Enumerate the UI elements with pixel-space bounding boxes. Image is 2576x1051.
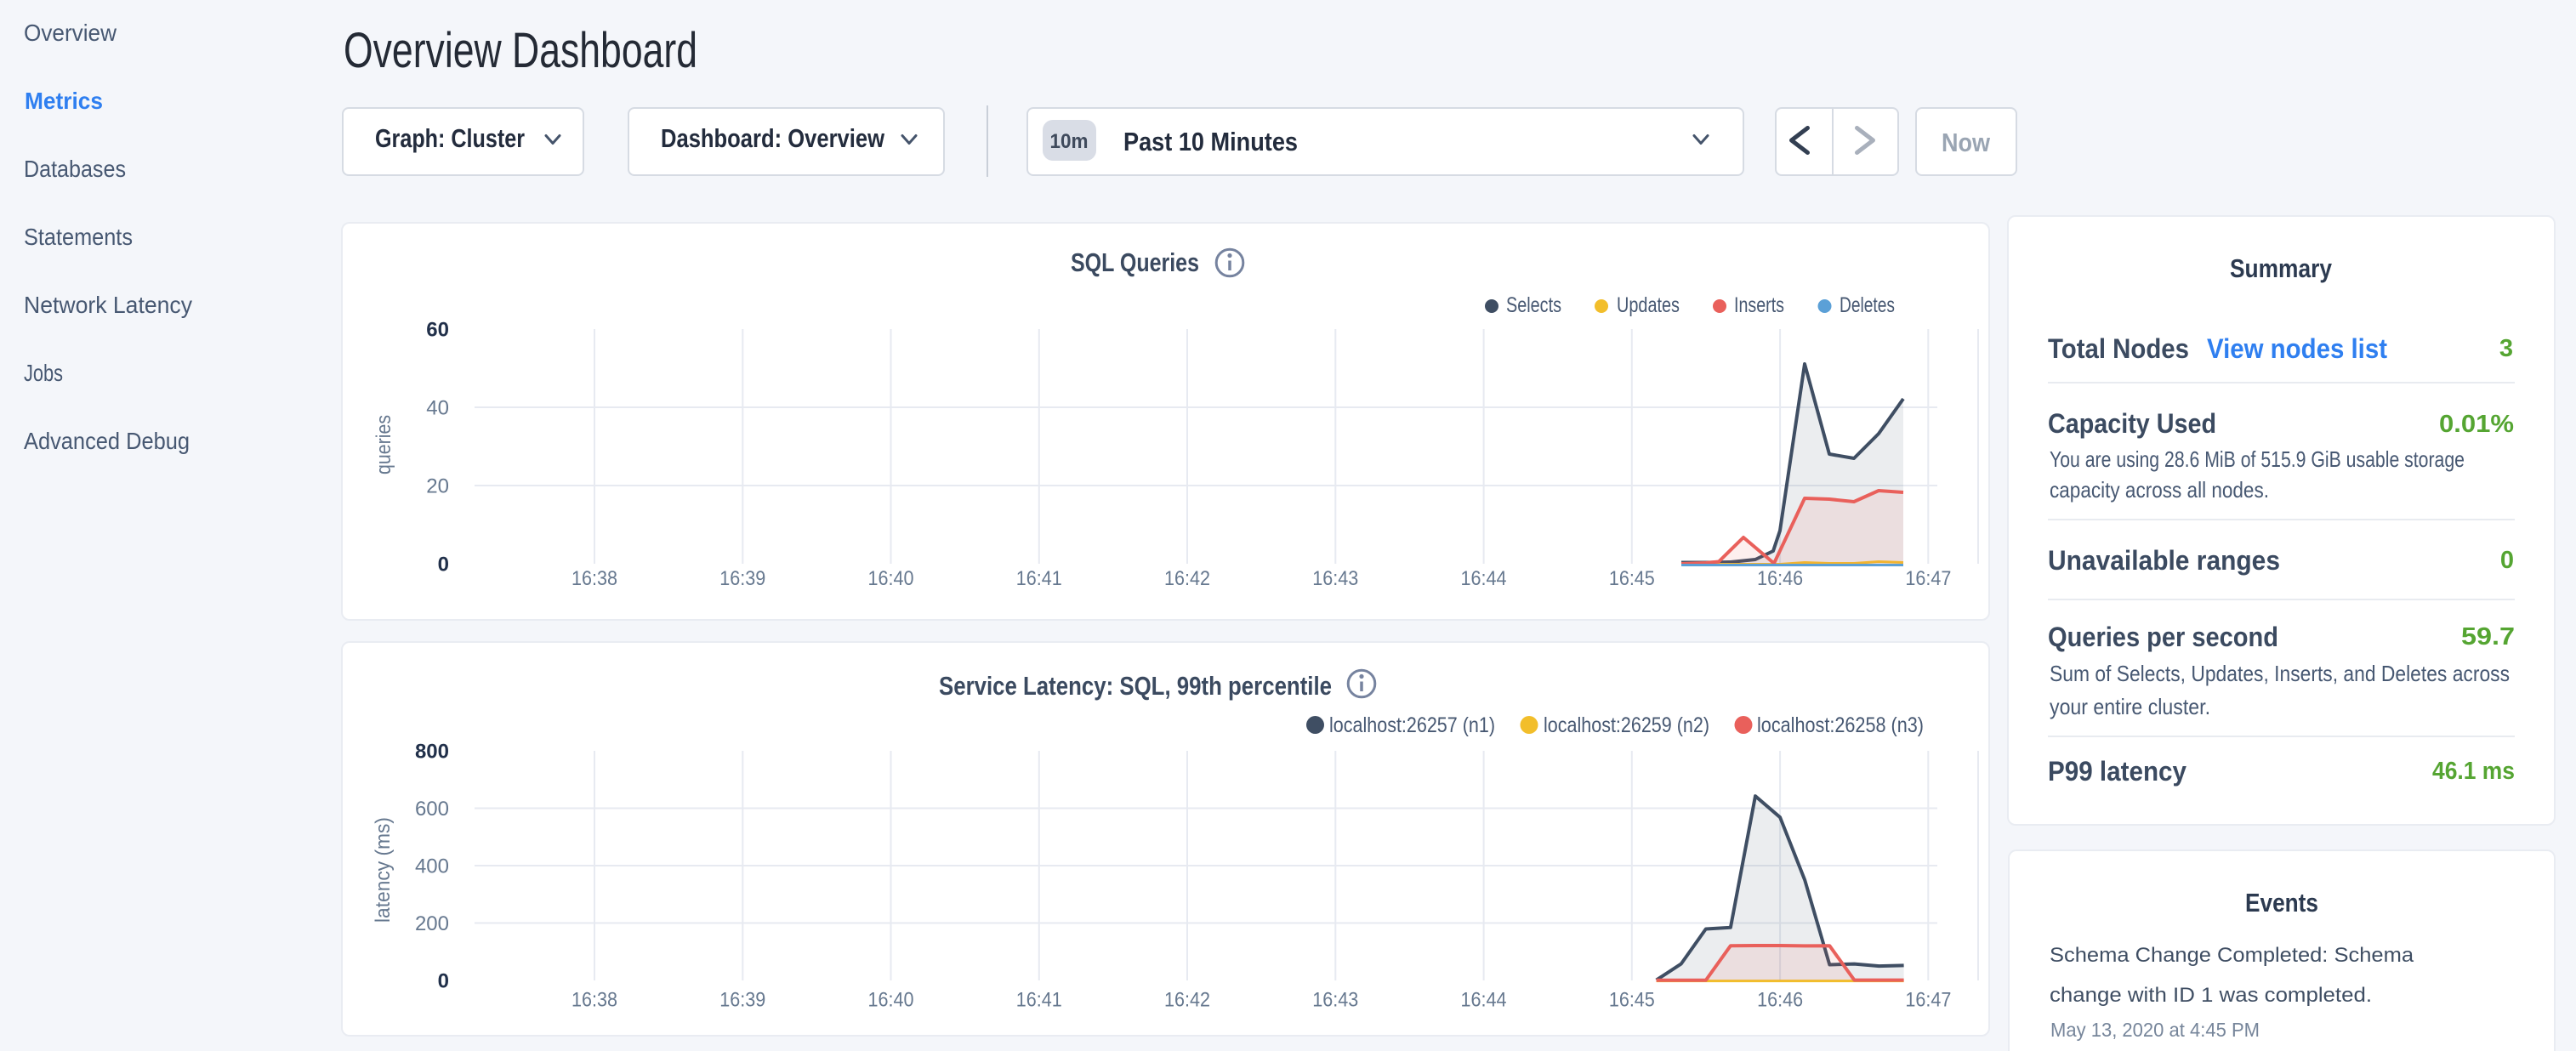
svg-text:Overview: Overview — [24, 20, 117, 46]
svg-text:16:40: 16:40 — [868, 989, 914, 1012]
svg-text:Metrics: Metrics — [25, 88, 103, 114]
svg-text:16:39: 16:39 — [719, 567, 765, 590]
svg-text:capacity across all nodes.: capacity across all nodes. — [2050, 477, 2269, 503]
svg-text:Summary: Summary — [2230, 253, 2333, 283]
svg-text:16:46: 16:46 — [1757, 989, 1803, 1012]
svg-text:16:38: 16:38 — [571, 989, 617, 1012]
svg-text:16:43: 16:43 — [1312, 989, 1358, 1012]
svg-text:Databases: Databases — [24, 156, 126, 182]
svg-text:16:47: 16:47 — [1905, 567, 1951, 590]
svg-text:Statements: Statements — [24, 224, 133, 250]
svg-text:59.7: 59.7 — [2461, 623, 2515, 650]
svg-text:20: 20 — [426, 475, 449, 498]
svg-text:localhost:26257 (n1): localhost:26257 (n1) — [1329, 713, 1495, 737]
svg-text:Sum of Selects, Updates, Inser: Sum of Selects, Updates, Inserts, and De… — [2050, 661, 2510, 686]
svg-text:Dashboard: Overview: Dashboard: Overview — [661, 123, 885, 153]
svg-text:0: 0 — [438, 554, 449, 577]
svg-text:16:39: 16:39 — [719, 989, 765, 1012]
svg-text:16:42: 16:42 — [1164, 989, 1210, 1012]
svg-text:localhost:26259 (n2): localhost:26259 (n2) — [1544, 713, 1709, 737]
svg-text:your entire cluster.: your entire cluster. — [2050, 694, 2210, 719]
svg-text:View nodes list: View nodes list — [2207, 333, 2387, 364]
svg-text:400: 400 — [415, 855, 449, 878]
svg-text:16:44: 16:44 — [1461, 989, 1507, 1012]
svg-text:Network Latency: Network Latency — [24, 292, 192, 318]
svg-text:Unavailable ranges: Unavailable ranges — [2048, 545, 2280, 576]
svg-text:16:45: 16:45 — [1609, 567, 1655, 590]
svg-text:Advanced Debug: Advanced Debug — [24, 428, 190, 454]
svg-text:Deletes: Deletes — [1840, 293, 1895, 317]
svg-text:SQL Queries: SQL Queries — [1071, 247, 1199, 277]
svg-text:Graph: Cluster: Graph: Cluster — [375, 123, 525, 153]
svg-text:46.1 ms: 46.1 ms — [2432, 758, 2515, 785]
svg-text:16:43: 16:43 — [1312, 567, 1358, 590]
svg-text:Inserts: Inserts — [1734, 293, 1784, 317]
svg-text:16:41: 16:41 — [1016, 567, 1062, 590]
svg-text:queries: queries — [372, 415, 395, 474]
svg-text:Overview Dashboard: Overview Dashboard — [344, 23, 697, 78]
svg-text:16:46: 16:46 — [1757, 567, 1803, 590]
svg-text:16:42: 16:42 — [1164, 567, 1210, 590]
svg-text:Service Latency: SQL, 99th per: Service Latency: SQL, 99th percentile — [939, 671, 1332, 701]
svg-text:16:40: 16:40 — [868, 567, 914, 590]
svg-text:May 13, 2020 at 4:45 PM: May 13, 2020 at 4:45 PM — [2050, 1019, 2260, 1041]
svg-text:16:41: 16:41 — [1016, 989, 1062, 1012]
svg-text:40: 40 — [426, 397, 449, 420]
svg-text:60: 60 — [426, 319, 449, 342]
svg-text:16:44: 16:44 — [1461, 567, 1507, 590]
svg-text:3: 3 — [2499, 335, 2513, 362]
svg-text:Total Nodes: Total Nodes — [2048, 333, 2189, 364]
svg-text:10m: 10m — [1050, 130, 1089, 153]
svg-text:You are using 28.6 MiB of 515.: You are using 28.6 MiB of 515.9 GiB usab… — [2050, 446, 2465, 472]
svg-text:16:45: 16:45 — [1609, 989, 1655, 1012]
svg-text:16:38: 16:38 — [571, 567, 617, 590]
svg-text:Now: Now — [1942, 128, 1991, 157]
svg-text:Events: Events — [2245, 888, 2318, 917]
svg-text:0: 0 — [438, 970, 449, 993]
svg-text:16:47: 16:47 — [1905, 989, 1951, 1012]
svg-text:Schema Change Completed: Schem: Schema Change Completed: Schema — [2050, 944, 2414, 967]
svg-text:localhost:26258 (n3): localhost:26258 (n3) — [1757, 713, 1924, 737]
svg-text:0: 0 — [2500, 547, 2514, 574]
svg-text:Queries per second: Queries per second — [2048, 622, 2278, 652]
svg-text:Selects: Selects — [1506, 293, 1561, 317]
svg-text:600: 600 — [415, 798, 449, 821]
svg-text:P99 latency: P99 latency — [2048, 756, 2186, 787]
svg-text:latency (ms): latency (ms) — [372, 817, 395, 923]
svg-text:Updates: Updates — [1617, 293, 1680, 317]
svg-text:Jobs: Jobs — [24, 360, 63, 386]
svg-text:0.01%: 0.01% — [2439, 411, 2514, 438]
svg-text:change with ID 1 was completed: change with ID 1 was completed. — [2050, 984, 2372, 1007]
svg-text:800: 800 — [415, 741, 449, 764]
svg-text:Capacity Used: Capacity Used — [2048, 408, 2216, 439]
svg-text:Past 10 Minutes: Past 10 Minutes — [1123, 127, 1298, 156]
svg-text:200: 200 — [415, 912, 449, 935]
